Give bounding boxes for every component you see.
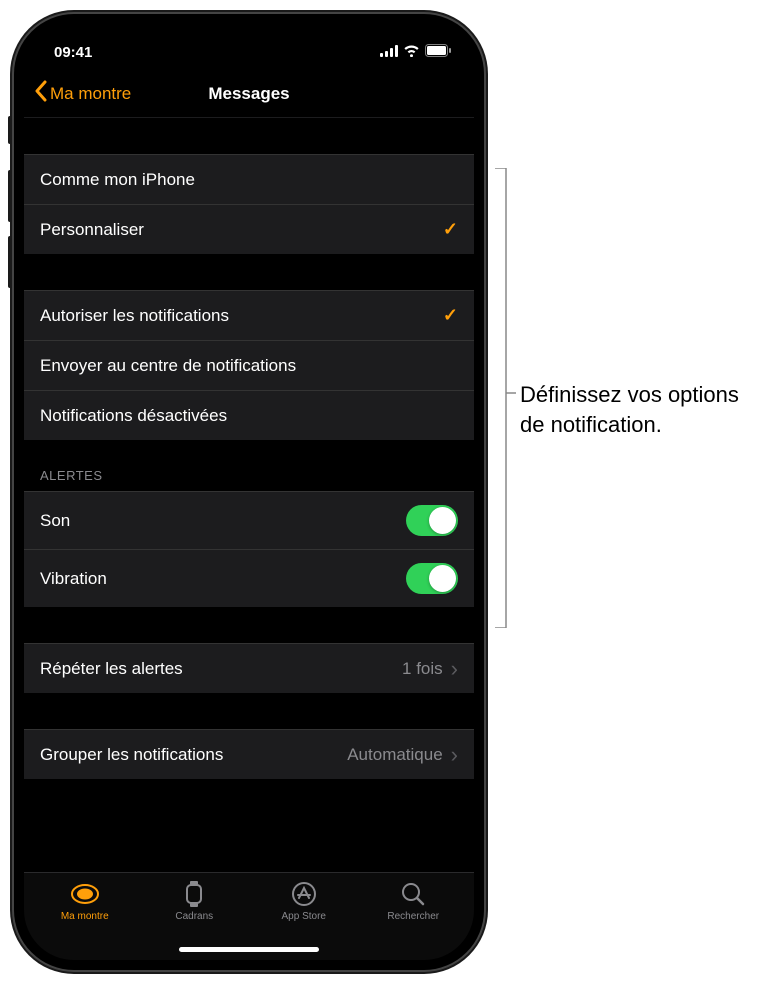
faces-icon — [179, 881, 209, 907]
row-send-to-center[interactable]: Envoyer au centre de notifications — [24, 340, 474, 390]
callout-bracket — [494, 168, 516, 628]
tab-label: Cadrans — [175, 911, 213, 922]
back-button[interactable]: Ma montre — [34, 80, 131, 107]
tab-search[interactable]: Rechercher — [359, 881, 469, 922]
mute-switch — [8, 116, 12, 144]
row-label: Vibration — [40, 569, 107, 589]
volume-up-button — [8, 170, 12, 222]
row-repeat-alerts[interactable]: Répéter les alertes 1 fois › — [24, 643, 474, 693]
row-value: 1 fois — [402, 659, 443, 679]
tab-label: App Store — [282, 911, 326, 922]
row-allow-notifications[interactable]: Autoriser les notifications ✓ — [24, 290, 474, 340]
wifi-icon — [403, 44, 420, 61]
content-area[interactable]: Comme mon iPhone Personnaliser ✓ Autoris… — [24, 118, 474, 872]
tab-label: Ma montre — [61, 911, 109, 922]
row-group-notifications[interactable]: Grouper les notifications Automatique › — [24, 729, 474, 779]
row-customize[interactable]: Personnaliser ✓ — [24, 204, 474, 254]
cellular-icon — [380, 44, 398, 61]
chevron-right-icon: › — [451, 658, 458, 680]
row-label: Autoriser les notifications — [40, 306, 229, 326]
tab-my-watch[interactable]: Ma montre — [30, 881, 140, 922]
row-notifications-off[interactable]: Notifications désactivées — [24, 390, 474, 440]
callout-text: Définissez vos options de notification. — [520, 380, 750, 439]
nav-bar: Ma montre Messages — [24, 70, 474, 118]
battery-icon — [425, 44, 452, 61]
watch-icon — [70, 881, 100, 907]
tab-label: Rechercher — [387, 911, 439, 922]
row-haptic: Vibration — [24, 549, 474, 607]
row-label: Envoyer au centre de notifications — [40, 356, 296, 376]
row-label: Personnaliser — [40, 220, 144, 240]
back-label: Ma montre — [50, 84, 131, 104]
tab-app-store[interactable]: App Store — [249, 881, 359, 922]
row-mirror-iphone[interactable]: Comme mon iPhone — [24, 154, 474, 204]
home-indicator[interactable] — [179, 947, 319, 952]
sound-toggle[interactable] — [406, 505, 458, 536]
screen: 09:41 Ma montre Messages — [24, 24, 474, 960]
checkmark-icon: ✓ — [443, 219, 458, 240]
status-right — [380, 44, 452, 61]
row-label: Notifications désactivées — [40, 406, 227, 426]
status-time: 09:41 — [54, 44, 92, 61]
row-value: Automatique — [347, 745, 442, 765]
row-sound: Son — [24, 491, 474, 549]
notch — [149, 24, 349, 56]
row-label: Comme mon iPhone — [40, 170, 195, 190]
iphone-frame: 09:41 Ma montre Messages — [14, 14, 484, 970]
haptic-toggle[interactable] — [406, 563, 458, 594]
row-label: Répéter les alertes — [40, 659, 183, 679]
chevron-left-icon — [34, 80, 47, 107]
page-title: Messages — [208, 84, 289, 104]
row-label: Grouper les notifications — [40, 745, 223, 765]
appstore-icon — [289, 881, 319, 907]
chevron-right-icon: › — [451, 744, 458, 766]
tab-faces[interactable]: Cadrans — [140, 881, 250, 922]
row-label: Son — [40, 511, 70, 531]
section-header-alerts: Alertes — [24, 440, 474, 491]
search-icon — [398, 881, 428, 907]
checkmark-icon: ✓ — [443, 305, 458, 326]
volume-down-button — [8, 236, 12, 288]
